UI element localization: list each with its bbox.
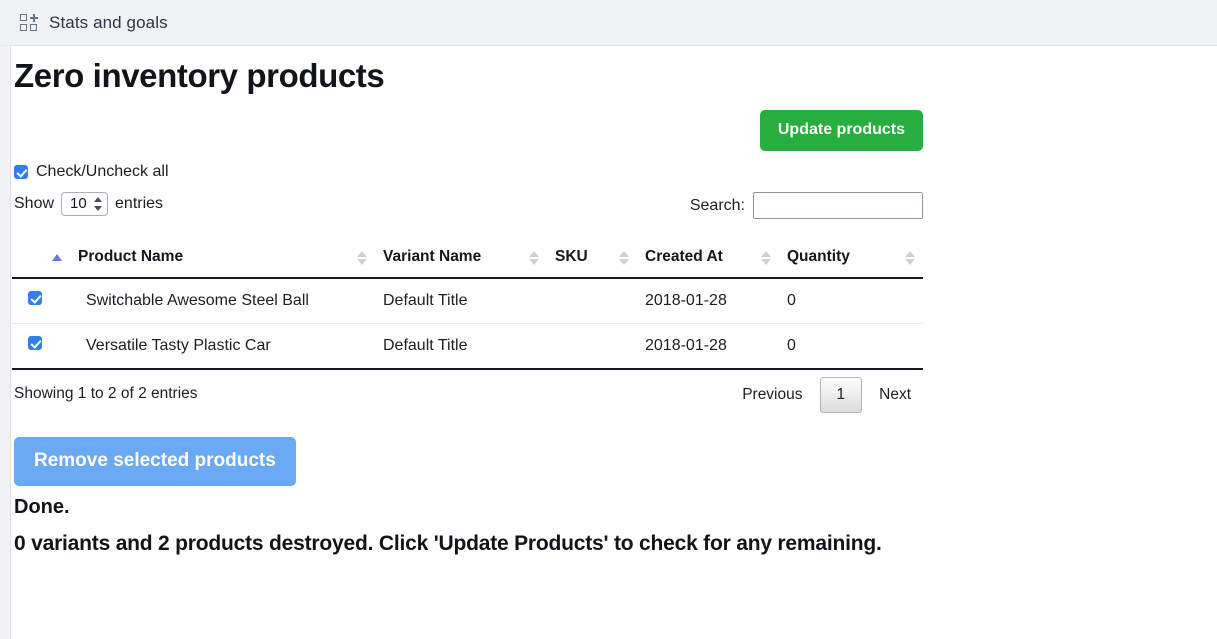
sort-both-icon xyxy=(529,250,539,266)
grid-plus-icon xyxy=(20,13,38,32)
column-header-variant-name[interactable]: Variant Name xyxy=(375,238,547,279)
top-bar-inner: Stats and goals xyxy=(0,13,168,33)
check-uncheck-all-row: Check/Uncheck all xyxy=(12,163,923,181)
pagination-page-1[interactable]: 1 xyxy=(819,377,863,413)
entries-label: entries xyxy=(115,195,164,212)
column-header-created-at[interactable]: Created At xyxy=(637,238,779,279)
column-header-sku[interactable]: SKU xyxy=(547,238,637,279)
cell-sku xyxy=(547,278,637,324)
search-label: Search: xyxy=(689,196,745,214)
row-select-checkbox[interactable] xyxy=(28,291,42,305)
column-label: Quantity xyxy=(787,248,850,265)
entries-info: Showing 1 to 2 of 2 entries xyxy=(14,385,198,402)
datatable-footer: Showing 1 to 2 of 2 entries Previous 1 N… xyxy=(12,372,923,430)
cell-sku xyxy=(547,323,637,370)
entries-select-wrap: 10 xyxy=(61,192,109,216)
datatable-controls: Show 10 entries Search: xyxy=(12,192,923,228)
column-label: Variant Name xyxy=(383,248,482,265)
update-button-row: Update products xyxy=(12,110,923,158)
table-header-row: Product Name Variant Name SKU Created At xyxy=(12,238,923,279)
column-header-quantity[interactable]: Quantity xyxy=(779,238,923,279)
cell-product-name: Switchable Awesome Steel Ball xyxy=(70,278,375,324)
destroy-result-text: 0 variants and 2 products destroyed. Cli… xyxy=(14,532,882,555)
page-root: Stats and goals Zero inventory products … xyxy=(0,0,1217,639)
search-input[interactable] xyxy=(753,192,923,219)
row-select-cell xyxy=(12,323,70,370)
row-select-checkbox[interactable] xyxy=(28,336,42,350)
top-bar-title: Stats and goals xyxy=(49,12,168,32)
table-row: Switchable Awesome Steel Ball Default Ti… xyxy=(12,278,923,324)
cell-quantity: 0 xyxy=(779,323,923,370)
cell-product-name: Versatile Tasty Plastic Car xyxy=(70,323,375,370)
check-uncheck-all-label: Check/Uncheck all xyxy=(36,163,169,180)
column-header-select[interactable] xyxy=(12,238,70,279)
sort-both-icon xyxy=(357,250,367,266)
done-status-text: Done. xyxy=(14,496,70,518)
cell-quantity: 0 xyxy=(779,278,923,324)
products-table-head: Product Name Variant Name SKU Created At xyxy=(12,238,923,279)
pagination: Previous 1 Next xyxy=(732,377,921,413)
column-label: Created At xyxy=(645,248,723,265)
row-select-cell xyxy=(12,278,70,324)
cell-variant-name: Default Title xyxy=(375,323,547,370)
update-products-button[interactable]: Update products xyxy=(759,110,923,151)
sort-both-icon xyxy=(761,250,771,266)
remove-selected-products-button[interactable]: Remove selected products xyxy=(14,437,296,486)
main-content: Zero inventory products Update products … xyxy=(12,46,923,558)
products-table-body: Switchable Awesome Steel Ball Default Ti… xyxy=(12,278,923,370)
check-uncheck-all-checkbox[interactable] xyxy=(14,165,28,179)
pagination-next[interactable]: Next xyxy=(869,378,921,412)
column-label: Product Name xyxy=(78,248,184,265)
cell-created-at: 2018-01-28 xyxy=(637,323,779,370)
column-header-product-name[interactable]: Product Name xyxy=(70,238,375,279)
cell-created-at: 2018-01-28 xyxy=(637,278,779,324)
show-label: Show xyxy=(14,195,55,212)
sort-both-icon xyxy=(619,250,629,266)
left-gutter-strip xyxy=(0,46,11,639)
search-filter: Search: xyxy=(690,192,923,219)
products-table: Product Name Variant Name SKU Created At xyxy=(12,238,923,370)
sort-ascending-icon xyxy=(52,250,62,266)
top-bar: Stats and goals xyxy=(0,0,1217,46)
pagination-previous[interactable]: Previous xyxy=(732,378,812,412)
table-row: Versatile Tasty Plastic Car Default Titl… xyxy=(12,323,923,370)
sort-both-icon xyxy=(905,250,915,266)
page-title: Zero inventory products xyxy=(14,57,385,94)
column-label: SKU xyxy=(555,248,588,265)
cell-variant-name: Default Title xyxy=(375,278,547,324)
entries-select[interactable]: 10 xyxy=(61,192,109,216)
